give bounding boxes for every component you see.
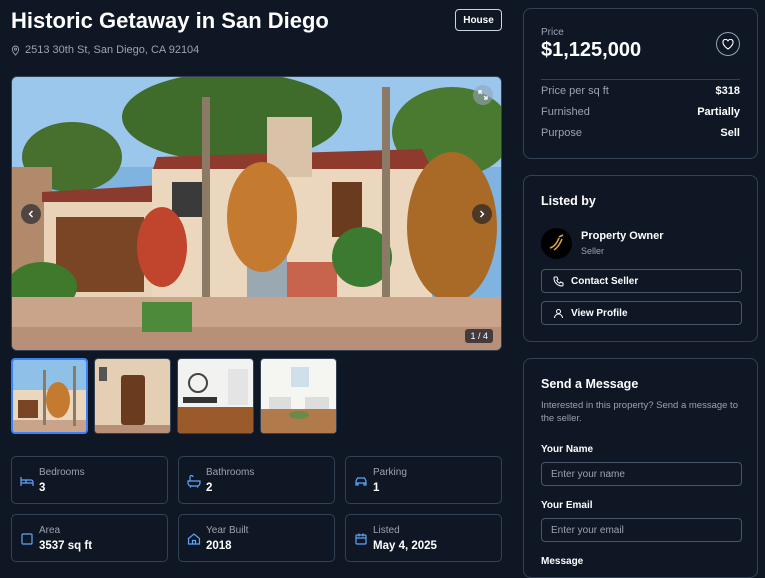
owner-name: Property Owner (581, 230, 664, 242)
phone-icon (553, 276, 564, 287)
row-value: Sell (720, 127, 740, 139)
send-message-heading: Send a Message (541, 377, 639, 391)
thumbnail-exterior[interactable] (11, 358, 88, 434)
stat-value: 1 (373, 482, 380, 494)
send-message-card: Send a Message Interested in this proper… (523, 358, 758, 578)
row-key: Price per sq ft (541, 85, 609, 97)
next-photo-button[interactable] (472, 204, 492, 224)
stat-label: Year Built (206, 525, 249, 536)
stat-bathrooms: Bathrooms 2 (178, 456, 335, 504)
stat-year-built: Year Built 2018 (178, 514, 335, 562)
stat-value: 2 (206, 482, 213, 494)
bed-icon (20, 477, 34, 486)
property-type-badge: House (455, 9, 502, 31)
stat-listed-date: Listed May 4, 2025 (345, 514, 502, 562)
view-profile-label: View Profile (571, 307, 628, 319)
price-value: $1,125,000 (541, 39, 642, 61)
name-input[interactable] (541, 462, 742, 486)
living-room-thumbnail-image (261, 359, 336, 433)
location-pin-icon (11, 45, 20, 56)
name-field-label: Your Name (541, 444, 594, 455)
bath-icon (187, 474, 201, 488)
send-message-subtitle: Interested in this property? Send a mess… (541, 400, 738, 424)
stat-area: Area 3537 sq ft (11, 514, 168, 562)
avatar (541, 228, 572, 259)
fullscreen-button[interactable] (473, 85, 493, 105)
car-icon (355, 477, 367, 486)
stat-label: Parking (373, 467, 407, 478)
contact-seller-button[interactable]: Contact Seller (541, 269, 742, 293)
price-divider (541, 79, 740, 80)
stat-value: 3 (39, 482, 46, 494)
row-value: $318 (715, 85, 740, 97)
stat-value: 3537 sq ft (39, 540, 93, 552)
stat-value: May 4, 2025 (373, 540, 437, 552)
front-door-thumbnail-image (95, 359, 170, 433)
price-card: Price $1,125,000 Price per sq ft $318 Fur… (523, 8, 758, 159)
main-photo[interactable]: 1 / 4 (11, 76, 502, 351)
thumbnail-interior-hall[interactable] (177, 358, 254, 434)
listing-main: Historic Getaway in San Diego House 2513… (11, 0, 502, 567)
price-label: Price (541, 27, 564, 38)
listing-title: Historic Getaway in San Diego (11, 8, 329, 33)
photo-counter: 1 / 4 (465, 329, 493, 343)
row-value: Partially (697, 106, 740, 118)
home-icon (187, 533, 201, 545)
listed-by-card: Listed by Property Owner Seller Contact … (523, 175, 758, 342)
prev-photo-button[interactable] (21, 204, 41, 224)
thumbnail-strip (11, 358, 337, 434)
stat-label: Area (39, 525, 61, 536)
thumbnail-living-room[interactable] (260, 358, 337, 434)
stat-label: Bedrooms (39, 467, 85, 478)
address-text: 2513 30th St, San Diego, CA 92104 (25, 44, 200, 56)
chevron-right-icon (480, 210, 485, 218)
exterior-thumbnail-image (13, 360, 86, 432)
interior-hall-thumbnail-image (178, 359, 253, 433)
stat-label: Bathrooms (206, 467, 255, 478)
stat-value: 2018 (206, 540, 232, 552)
stat-parking: Parking 1 (345, 456, 502, 504)
property-stats-grid: Bedrooms 3 Bathrooms 2 Parking 1 Area 35… (11, 456, 502, 562)
email-input[interactable] (541, 518, 742, 542)
view-profile-button[interactable]: View Profile (541, 301, 742, 325)
user-icon (554, 308, 563, 318)
address-line: 2513 30th St, San Diego, CA 92104 (11, 44, 199, 56)
expand-icon (478, 90, 488, 100)
stat-label: Listed (373, 525, 400, 536)
thumbnail-front-door[interactable] (94, 358, 171, 434)
row-key: Purpose (541, 127, 582, 139)
furnished-row: Furnished Partially (541, 106, 740, 118)
price-per-sqft-row: Price per sq ft $318 (541, 85, 740, 97)
row-key: Furnished (541, 106, 590, 118)
message-field-label: Message (541, 556, 584, 567)
house-photo (12, 77, 501, 350)
chevron-left-icon (28, 210, 33, 218)
stat-bedrooms: Bedrooms 3 (11, 456, 168, 504)
contact-seller-label: Contact Seller (571, 275, 639, 287)
purpose-row: Purpose Sell (541, 127, 740, 139)
square-icon (21, 533, 33, 545)
email-field-label: Your Email (541, 500, 593, 511)
owner-logo-icon (549, 234, 564, 251)
favorite-button[interactable] (716, 32, 740, 56)
listed-by-heading: Listed by (541, 194, 596, 208)
calendar-icon (355, 533, 367, 545)
heart-icon (722, 38, 734, 50)
owner-role: Seller (581, 246, 605, 256)
